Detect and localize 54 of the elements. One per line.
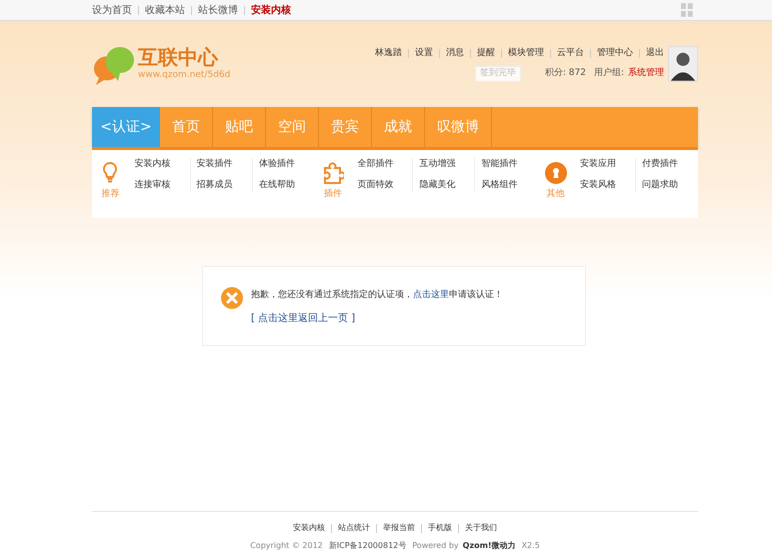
points-text[interactable]: 积分: 872 [544,67,586,80]
category-label: 推荐 [101,188,120,201]
user-link[interactable]: 管理中心 [597,46,633,60]
menu-link[interactable]: 全部插件 [357,158,412,172]
apply-link[interactable]: 点击这里 [413,290,449,300]
top-link[interactable]: 收藏本站 [145,2,185,18]
menu-link[interactable]: 风格组件 [481,178,538,192]
menu-link[interactable]: 招募成员 [196,178,252,192]
menu-link[interactable]: 安装风格 [580,178,636,192]
menu-link[interactable]: 体验插件 [258,158,315,172]
footer-link[interactable]: 举报当前 [383,522,415,534]
top-link[interactable]: 安装内核 [251,2,291,18]
user-group-label: 用户组: [594,67,624,80]
icp-link[interactable]: 新ICP备12000812号 [328,540,406,552]
category-label: 其他 [546,188,565,201]
top-link[interactable]: 设为首页 [92,2,132,18]
footer-link[interactable]: 手机版 [428,522,452,534]
menu-link[interactable]: 安装应用 [580,158,636,172]
menu-link[interactable]: 安装内核 [134,158,190,172]
brand-link[interactable]: Qzom!微动力 [462,540,516,552]
user-link[interactable]: 模块管理 [508,46,544,60]
keyhole-icon [544,162,567,184]
menu-link[interactable]: 互动增强 [419,158,474,172]
menu-link[interactable]: 在线帮助 [258,178,315,192]
menu-link[interactable]: 页面特效 [357,178,412,192]
menu-link[interactable]: 问题求助 [642,178,698,192]
menu-link[interactable]: 智能插件 [481,158,538,172]
menu-link[interactable]: 付费插件 [642,158,698,172]
top-link[interactable]: 站长微博 [198,2,238,18]
error-icon [221,287,243,309]
menu-link[interactable]: 安装插件 [196,158,252,172]
puzzle-icon [322,162,344,184]
user-link[interactable]: 退出 [646,46,664,60]
bulb-icon [103,162,118,184]
user-link[interactable]: 消息 [446,46,464,60]
version-text: X2.5 [522,540,540,552]
category-label: 插件 [324,188,342,201]
footer-link[interactable]: 站点统计 [338,522,370,534]
footer-link[interactable]: 关于我们 [465,522,497,534]
user-link[interactable]: 林逸踏 [375,46,402,60]
menu-link[interactable]: 连接审核 [134,178,190,192]
avatar[interactable] [668,46,698,82]
user-link[interactable]: 设置 [415,46,433,60]
powered-by-text: Powered by [412,540,459,552]
user-link[interactable]: 提醒 [477,46,495,60]
copyright-text: Copyright © 2012 [250,540,323,552]
back-link[interactable]: [ 点击这里返回上一页 ] [251,310,503,326]
error-message: 抱歉，您还没有通过系统指定的认证项，点击这里申请该认证！ [251,289,503,302]
menu-link[interactable]: 隐藏美化 [419,178,474,192]
user-group-link[interactable]: 系统管理 [628,67,664,80]
footer-link[interactable]: 安装内核 [293,522,325,534]
user-link[interactable]: 云平台 [557,46,584,60]
logo-title: 互联中心 [138,45,220,70]
logo-url: www.qzom.net/5d6d [138,69,230,82]
